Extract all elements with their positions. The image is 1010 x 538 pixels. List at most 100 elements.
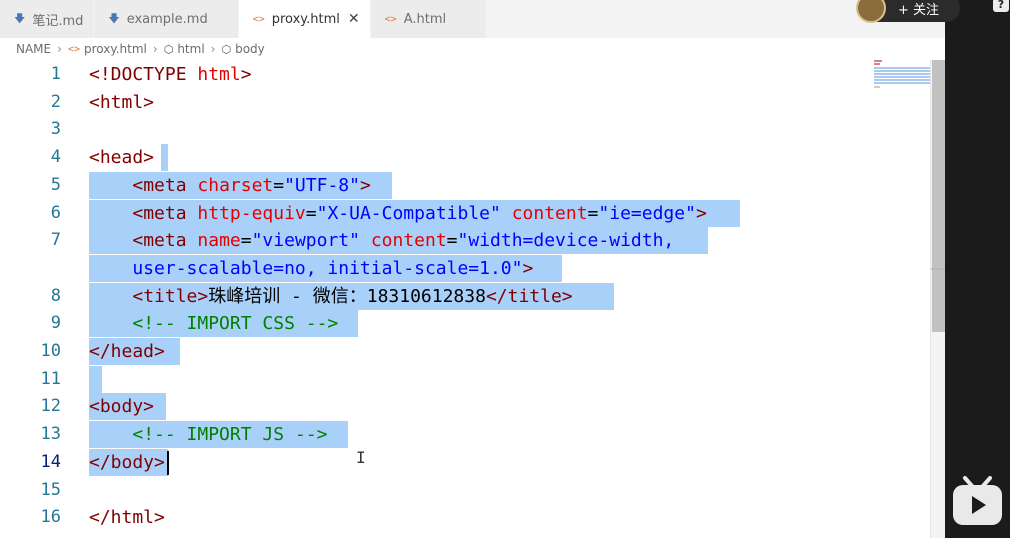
bilibili-tv-icon[interactable] (950, 474, 1005, 528)
code-line[interactable]: 3 (0, 116, 930, 143)
code-line[interactable]: 9 <!-- IMPORT CSS --> (0, 310, 930, 338)
code-token: "UTF-8" (284, 174, 360, 196)
element-cube-icon: ⬡ (221, 42, 232, 56)
breadcrumb-node-body[interactable]: body (235, 42, 265, 56)
code-token: <title> (132, 285, 209, 307)
tab-a-html[interactable]: <> A.html (370, 0, 488, 38)
line-number: 3 (50, 119, 61, 140)
code-line[interactable]: 6 <meta http-equiv="X-UA-Compatible" con… (0, 199, 930, 227)
follow-button[interactable]: + 关注 (856, 0, 960, 23)
code-token: <meta (132, 202, 198, 224)
code-line[interactable]: 8 <title>珠峰培训 - 微信：18310612838</title> (0, 282, 930, 310)
chevron-right-icon: › (210, 42, 216, 56)
code-text: <title>珠峰培训 - 微信：18310612838</title> (89, 283, 572, 310)
minimap-line (874, 67, 930, 69)
code-token: <!-- IMPORT CSS --> (132, 313, 339, 335)
code-line[interactable]: 13 <!-- IMPORT JS --> (0, 421, 930, 449)
minimap[interactable] (872, 58, 930, 98)
code-line[interactable]: user-scalable=no, initial-scale=1.0"> (0, 254, 930, 282)
minimap-line (874, 86, 880, 88)
line-number: 1 (50, 64, 61, 84)
tab-notes-md[interactable]: 🡇 笔记.md (0, 0, 95, 38)
code-line[interactable]: 4 <head> (0, 144, 930, 172)
scrollbar-thumb[interactable] (932, 60, 945, 332)
html-icon: <> (384, 13, 397, 25)
line-number: 12 (40, 396, 61, 417)
code-editor[interactable]: I 1 <!DOCTYPE html> 2 <html> 3 4 <head> 5 <meta… (0, 60, 930, 538)
html-icon: <> (67, 43, 80, 55)
tab-label: proxy.html (271, 11, 340, 27)
line-number: 9 (50, 313, 61, 334)
line-number: 4 (50, 147, 61, 168)
line-number: 14 (40, 451, 61, 472)
chat-bubble-icon[interactable]: ? (993, 0, 1009, 12)
code-token: content (511, 202, 588, 224)
code-token: "X-UA-Compatible" (316, 202, 501, 224)
code-token: = (240, 230, 252, 252)
minimap-line (874, 73, 930, 75)
player-side-panel (945, 0, 1010, 538)
code-text: </head> (89, 338, 165, 365)
avatar[interactable] (856, 0, 886, 23)
line-number: 10 (40, 341, 61, 361)
breadcrumb-file[interactable]: proxy.html (84, 42, 147, 56)
code-line[interactable]: 2 <html> (0, 89, 930, 116)
code-token: </body> (89, 451, 165, 473)
markdown-icon: 🡇 (14, 11, 26, 25)
code-token: "width=device-width, (457, 230, 675, 252)
breadcrumb-root[interactable]: NAME (16, 42, 51, 56)
line-number: 6 (50, 202, 61, 223)
line-number: 15 (40, 479, 61, 500)
markdown-icon: 🡇 (108, 11, 120, 25)
element-cube-icon: ⬡ (163, 42, 174, 56)
code-text: <html> (89, 89, 154, 116)
line-number: 8 (50, 285, 61, 306)
minimap-line (874, 79, 930, 81)
code-token: content (370, 230, 447, 252)
code-token: <body> (89, 396, 155, 418)
selection-highlight (89, 365, 102, 393)
code-token: <meta (132, 174, 198, 196)
code-text: <body> (89, 393, 154, 420)
code-token: > (522, 257, 534, 279)
code-token: "ie=edge" (598, 202, 696, 224)
code-text: </body> (89, 449, 165, 476)
text-caret (167, 450, 169, 475)
code-token: > (359, 174, 371, 196)
code-line[interactable]: 5 <meta charset="UTF-8"> (0, 171, 930, 199)
tab-proxy-html[interactable]: <> proxy.html ✕ (238, 0, 371, 38)
breadcrumb: NAME › <> proxy.html › ⬡ html › ⬡ body (0, 38, 945, 60)
code-line[interactable]: 14 </body> (0, 448, 930, 476)
code-line[interactable]: 12 <body> (0, 393, 930, 421)
editor-tab-bar: 🡇 笔记.md 🡇 example.md <> proxy.html ✕ <> … (0, 0, 945, 38)
code-text: <meta charset="UTF-8"> (89, 172, 371, 199)
code-line[interactable]: 16 </html> (0, 504, 930, 531)
close-icon[interactable]: ✕ (348, 11, 360, 27)
code-line[interactable]: 1 <!DOCTYPE html> (0, 61, 930, 88)
code-token: > (695, 202, 707, 224)
code-token: "viewport" (251, 230, 360, 252)
tab-example-md[interactable]: 🡇 example.md (94, 0, 239, 38)
code-line[interactable]: 11 (0, 365, 930, 393)
code-token: > (240, 64, 252, 85)
breadcrumb-node-html[interactable]: html (177, 42, 204, 56)
tab-label: example.md (126, 11, 208, 27)
code-line[interactable]: 15 (0, 477, 930, 504)
code-text: <!-- IMPORT CSS --> (89, 310, 338, 337)
vertical-scrollbar[interactable] (930, 60, 946, 538)
code-text: <!DOCTYPE html> (89, 61, 252, 88)
line-number: 16 (40, 507, 61, 528)
follow-label: + 关注 (898, 2, 940, 18)
line-number: 2 (50, 91, 61, 112)
code-line[interactable]: 10 </head> (0, 338, 930, 365)
code-line[interactable]: 7 <meta name="viewport" content="width=d… (0, 227, 930, 255)
code-token: html (197, 64, 241, 85)
code-text: </html> (89, 504, 165, 531)
